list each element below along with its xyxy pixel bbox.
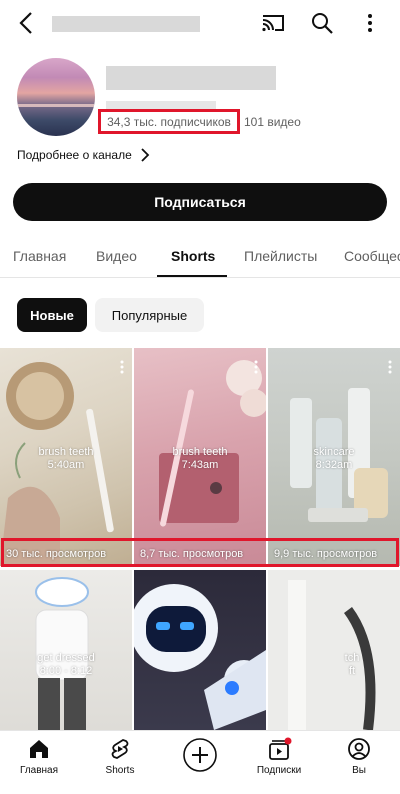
- tab-home[interactable]: Главная: [13, 248, 66, 264]
- nav-you-label: Вы: [352, 765, 366, 776]
- filter-chip-popular[interactable]: Популярные: [95, 298, 204, 332]
- chevron-right-icon[interactable]: [138, 146, 152, 164]
- channel-handle-redacted: [106, 101, 216, 109]
- more-vertical-icon[interactable]: [358, 10, 382, 36]
- nav-subscriptions-label: Подписки: [256, 765, 302, 776]
- subscriber-count: 34,3 тыс. подписчиков: [98, 109, 240, 134]
- tab-videos[interactable]: Видео: [96, 248, 137, 264]
- nav-you[interactable]: Вы: [324, 737, 394, 789]
- short-caption-line2: 7:43am: [181, 459, 219, 471]
- view-counts-highlight: [1, 538, 399, 567]
- short-more-icon[interactable]: [388, 360, 392, 374]
- channel-name-redacted: [106, 66, 276, 90]
- tab-shorts[interactable]: Shorts: [171, 248, 215, 264]
- short-caption-line1: brush teeth: [38, 446, 94, 458]
- short-caption-line2: ft: [348, 665, 356, 677]
- nav-home[interactable]: Главная: [4, 737, 74, 789]
- subscriptions-icon: [269, 737, 292, 760]
- short-caption-line2: 8:32am: [315, 459, 353, 471]
- search-icon[interactable]: [309, 10, 335, 36]
- channel-avatar[interactable]: [17, 58, 95, 136]
- short-caption-line1: brush teeth: [172, 446, 228, 458]
- tab-community[interactable]: Сообщес: [344, 248, 400, 264]
- nav-subscriptions[interactable]: Подписки: [244, 737, 314, 789]
- channel-tabs: Главная Видео Shorts Плейлисты Сообщес: [0, 232, 400, 278]
- video-count: 101 видео: [244, 115, 301, 129]
- short-caption-line2: 8:00 - 8:12: [39, 665, 93, 677]
- short-thumbnail[interactable]: get dressed 8:00 - 8:12: [0, 570, 132, 730]
- home-icon: [30, 740, 48, 758]
- nav-home-label: Главная: [19, 765, 59, 776]
- you-account-icon: [348, 738, 370, 760]
- short-thumbnail[interactable]: brush teeth 5:40am 30 тыс. просмотров: [0, 348, 132, 566]
- short-caption-line1: skincare: [313, 446, 355, 458]
- shorts-icon: [111, 739, 129, 759]
- active-tab-indicator: [157, 275, 227, 277]
- short-thumbnail[interactable]: [134, 570, 266, 730]
- cast-icon[interactable]: [260, 10, 286, 36]
- channel-title-redacted: [52, 16, 200, 32]
- bottom-navigation: Главная Shorts Подписки Вы: [0, 730, 400, 794]
- short-thumbnail[interactable]: skincare 8:32am 9,9 тыс. просмотров: [268, 348, 400, 566]
- short-thumbnail[interactable]: tch ft: [268, 570, 400, 730]
- create-plus-icon: [183, 738, 217, 772]
- short-caption-line2: 5:40am: [47, 459, 85, 471]
- short-caption-line1: get dressed: [37, 652, 95, 664]
- back-arrow-icon[interactable]: [12, 9, 40, 37]
- subscriber-count-text: 34,3 тыс. подписчиков: [107, 114, 231, 129]
- subscribe-button[interactable]: Подписаться: [13, 183, 387, 221]
- short-caption-line1: tch: [344, 652, 360, 664]
- channel-about-link[interactable]: Подробнее о канале: [17, 148, 132, 162]
- short-thumbnail[interactable]: brush teeth 7:43am 8,7 тыс. просмотров: [134, 348, 266, 566]
- short-more-icon[interactable]: [254, 360, 258, 374]
- nav-shorts[interactable]: Shorts: [85, 737, 155, 789]
- top-app-bar: [0, 0, 400, 48]
- nav-create[interactable]: [165, 737, 235, 789]
- short-more-icon[interactable]: [120, 360, 124, 374]
- tab-playlists[interactable]: Плейлисты: [244, 248, 317, 264]
- filter-chip-new[interactable]: Новые: [17, 298, 87, 332]
- nav-shorts-label: Shorts: [105, 765, 135, 776]
